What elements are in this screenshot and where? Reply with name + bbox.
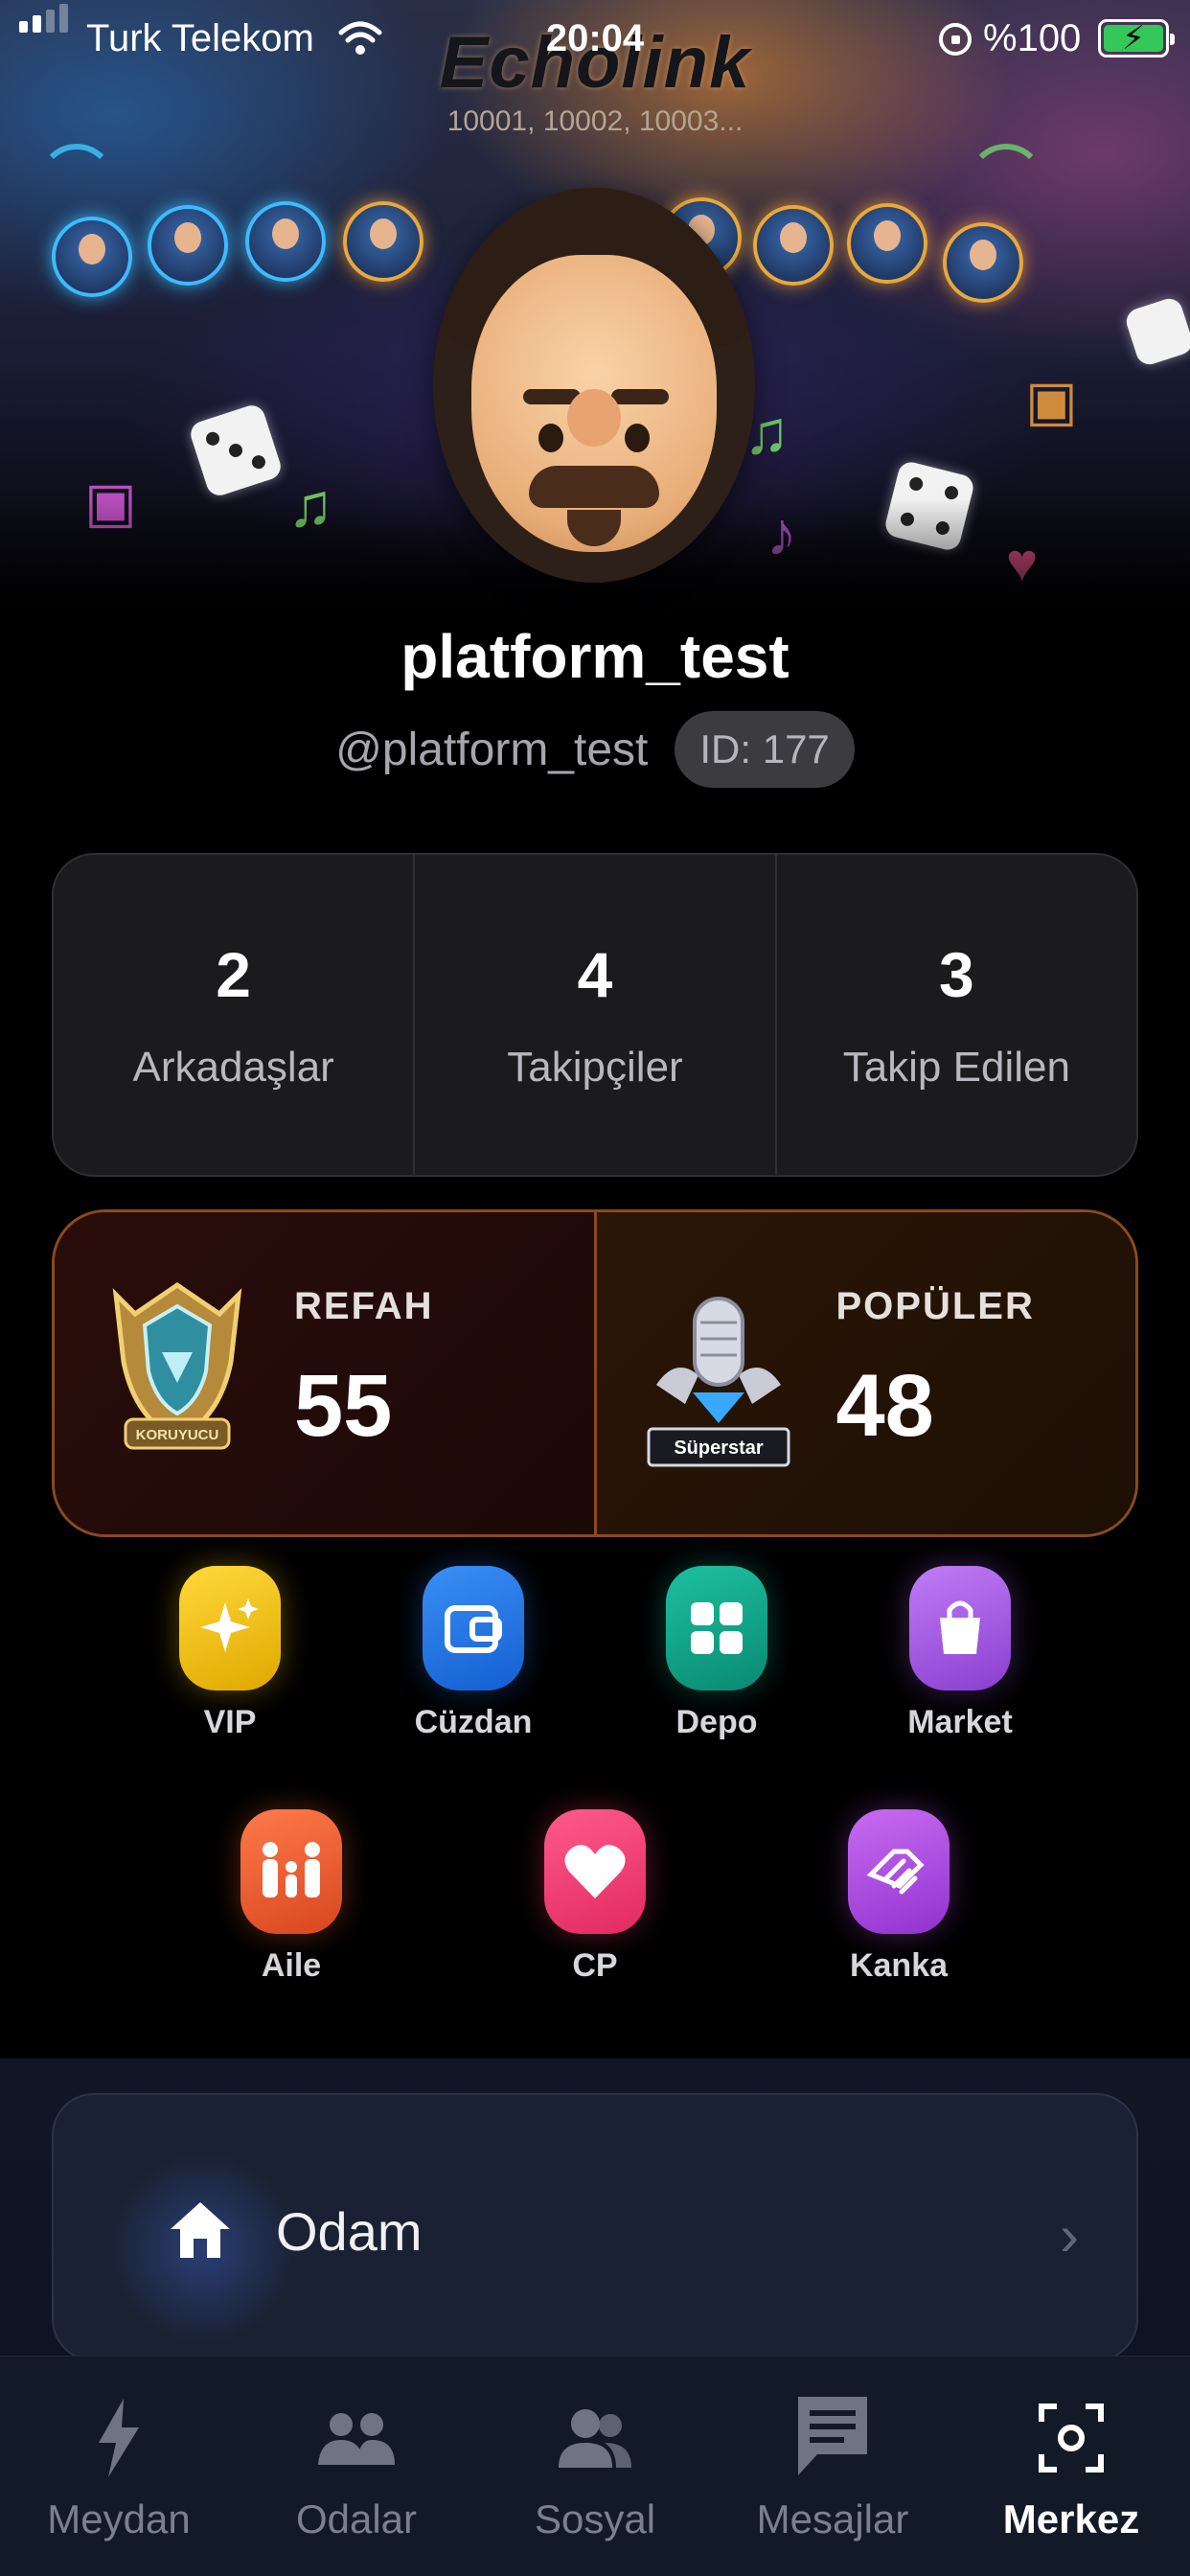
level-badges-card: KORUYUCU REFAH 55 Süperstar POPÜLER 48 — [52, 1209, 1138, 1537]
agent-avatar-icon — [943, 222, 1023, 303]
feature-label: VIP — [203, 1704, 257, 1740]
orientation-lock-icon — [939, 23, 972, 56]
scan-focus-icon — [956, 2395, 1186, 2481]
feature-cp-button[interactable]: CP — [499, 1809, 691, 1985]
profile-avatar[interactable] — [433, 188, 755, 583]
agent-avatar-icon — [245, 201, 326, 282]
popular-badge[interactable]: Süperstar POPÜLER 48 — [596, 1212, 1135, 1534]
people-icon — [480, 2395, 710, 2481]
feature-label: Kanka — [849, 1947, 949, 1984]
feature-wallet-button[interactable]: Cüzdan — [378, 1566, 569, 1741]
tab-odalar[interactable]: Odalar — [241, 2395, 471, 2542]
tab-label: Odalar — [295, 2496, 418, 2542]
stat-friends[interactable]: 2 Arkadaşlar — [54, 855, 416, 1175]
gift-icon: ▣ — [1025, 370, 1078, 432]
feature-kanka-button[interactable]: Kanka — [803, 1809, 995, 1985]
profile-handle: @platform_test — [335, 724, 649, 775]
feature-label: Depo — [675, 1704, 758, 1740]
stat-label: Takip Edilen — [842, 1044, 1070, 1091]
popular-value: 48 — [835, 1357, 934, 1455]
feature-market-button[interactable]: Market — [864, 1566, 1056, 1741]
battery-icon: ⚡ — [1098, 19, 1175, 58]
banner-subtitle: 10001, 10002, 10003... — [446, 105, 744, 137]
signal-wave-icon — [38, 144, 115, 182]
wealth-badge[interactable]: KORUYUCU REFAH 55 — [55, 1212, 597, 1534]
home-icon — [171, 2202, 230, 2258]
message-icon — [718, 2395, 948, 2481]
stat-value: 2 — [216, 939, 252, 1010]
profile-handle-row: @platform_test ID: 177 — [0, 711, 1190, 788]
feature-depot-button[interactable]: Depo — [621, 1566, 812, 1741]
tab-label: Sosyal — [534, 2496, 656, 2542]
profile-username: platform_test — [400, 622, 790, 691]
agent-avatar-icon — [753, 205, 834, 286]
wealth-emblem-text: KORUYUCU — [136, 1427, 219, 1443]
stat-label: Takipçiler — [507, 1044, 683, 1091]
stat-value: 3 — [938, 939, 974, 1010]
bottom-tab-bar: Meydan Odalar Sosyal Mesajlar Merkez — [0, 2356, 1190, 2576]
signal-wave-icon — [968, 144, 1044, 182]
stat-value: 4 — [577, 939, 613, 1010]
handshake-icon — [848, 1809, 950, 1934]
chevron-right-icon: › — [1060, 2203, 1079, 2267]
my-room-label: Odam — [276, 2201, 423, 2262]
shield-emblem-icon: KORUYUCU — [112, 1281, 242, 1450]
stat-label: Arkadaşlar — [132, 1044, 334, 1091]
tab-label: Merkez — [1002, 2496, 1140, 2542]
tab-mesajlar[interactable]: Mesajlar — [718, 2395, 948, 2542]
feature-label: Cüzdan — [414, 1704, 533, 1740]
feature-label: Market — [907, 1704, 1013, 1740]
agent-avatar-icon — [148, 205, 228, 286]
feature-label: Aile — [261, 1947, 322, 1984]
family-icon — [240, 1809, 342, 1934]
agent-avatar-icon — [847, 203, 927, 284]
stat-followers[interactable]: 4 Takipçiler — [415, 855, 777, 1175]
tab-sosyal[interactable]: Sosyal — [480, 2395, 710, 2542]
lightning-icon — [4, 2395, 234, 2481]
status-bar: Turk Telekom 20:04 %100 ⚡ — [0, 0, 1190, 77]
group-icon — [241, 2395, 471, 2481]
microphone-emblem-icon: Süperstar — [647, 1297, 790, 1467]
battery-percent: %100 — [983, 17, 1082, 59]
feature-family-button[interactable]: Aile — [195, 1809, 387, 1985]
dice-icon — [1123, 295, 1190, 368]
sparkle-icon — [179, 1566, 281, 1690]
agent-avatar-icon — [52, 217, 132, 297]
popular-emblem-text: Süperstar — [674, 1438, 764, 1459]
tab-label: Mesajlar — [756, 2496, 909, 2542]
wallet-icon — [423, 1566, 524, 1690]
feature-vip-button[interactable]: VIP — [134, 1566, 326, 1741]
tab-label: Meydan — [47, 2496, 191, 2542]
tab-merkez[interactable]: Merkez — [956, 2395, 1186, 2542]
profile-id-badge[interactable]: ID: 177 — [675, 711, 855, 788]
stats-card: 2 Arkadaşlar 4 Takipçiler 3 Takip Edilen — [52, 853, 1138, 1177]
wealth-value: 55 — [294, 1357, 393, 1455]
shopping-bag-icon — [909, 1566, 1011, 1690]
dice-icon — [187, 402, 285, 499]
stat-following[interactable]: 3 Takip Edilen — [777, 855, 1136, 1175]
heart-icon — [544, 1809, 646, 1934]
wealth-title: REFAH — [294, 1285, 434, 1327]
grid-icon — [666, 1566, 767, 1690]
popular-title: POPÜLER — [835, 1285, 1035, 1327]
tab-meydan[interactable]: Meydan — [4, 2395, 234, 2542]
agent-avatar-icon — [343, 201, 423, 282]
my-room-row[interactable]: Odam › — [52, 2093, 1138, 2361]
feature-label: CP — [572, 1947, 618, 1984]
